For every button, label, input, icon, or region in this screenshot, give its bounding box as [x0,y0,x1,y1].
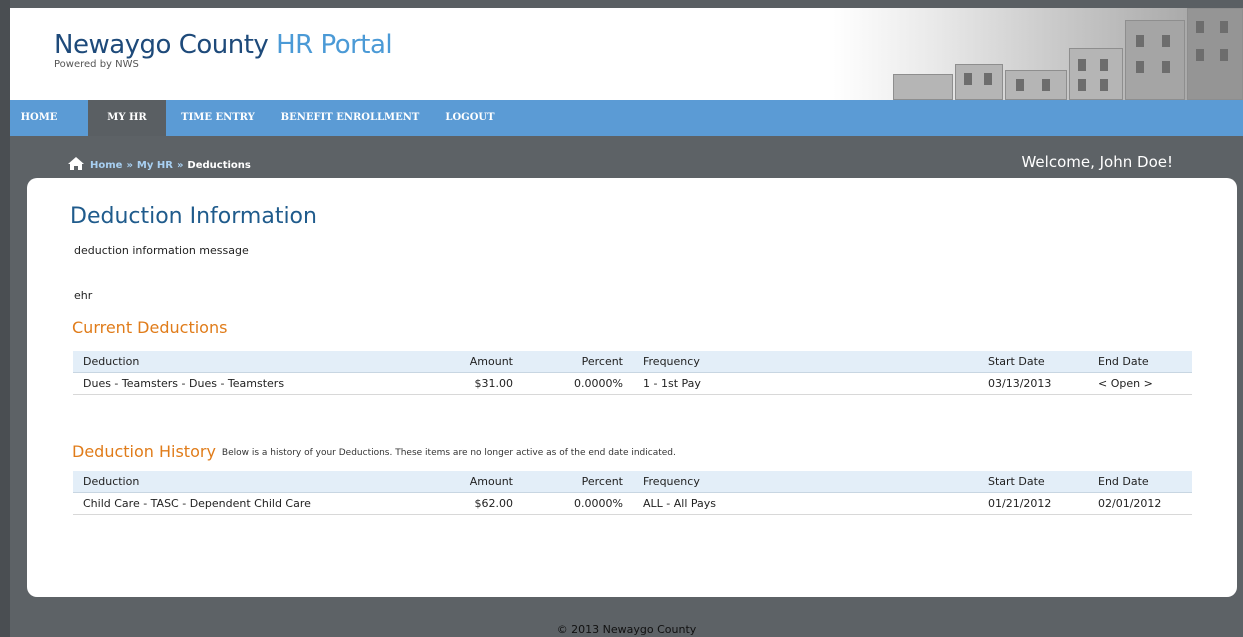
table-row: Dues - Teamsters - Dues - Teamsters $31.… [73,372,1192,395]
col-percent: Percent [523,471,633,493]
history-description: Below is a history of your Deductions. T… [221,448,676,458]
col-end-date: End Date [1088,351,1192,373]
table-header-row: Deduction Amount Percent Frequency Start… [73,471,1192,493]
col-amount: Amount [373,471,523,493]
window-left-edge [0,0,10,637]
welcome-message: Welcome, John Doe! [1021,153,1173,171]
col-amount: Amount [373,351,523,373]
page-title: Deduction Information [70,204,317,229]
site-title-accent: HR Portal [276,30,393,60]
col-deduction: Deduction [73,471,373,493]
footer-copyright: © 2013 Newaygo County [556,623,697,636]
cell-percent: 0.0000% [523,492,633,515]
cell-deduction: Dues - Teamsters - Dues - Teamsters [73,372,373,395]
current-deductions-table: Deduction Amount Percent Frequency Start… [73,351,1192,395]
sub-bar: Home» My HR» Deductions Welcome, John Doe! [10,136,1243,178]
cell-end-date: 02/01/2012 [1088,492,1192,515]
cell-percent: 0.0000% [523,372,633,395]
nav-benefit-enrollment[interactable]: BENEFIT ENROLLMENT [280,100,420,136]
cell-amount: $62.00 [373,492,523,515]
site-subtitle: Powered by NWS [54,59,139,70]
col-frequency: Frequency [633,471,978,493]
deduction-history-table: Deduction Amount Percent Frequency Start… [73,471,1192,515]
col-deduction: Deduction [73,351,373,373]
site-title: Newaygo County HR Portal [54,30,393,60]
note-text: ehr [74,289,93,302]
site-header: Newaygo County HR Portal Powered by NWS [10,8,1243,100]
nav-time-entry[interactable]: TIME ENTRY [178,100,258,136]
cell-frequency: ALL - All Pays [633,492,978,515]
cell-deduction: Child Care - TASC - Dependent Child Care [73,492,373,515]
col-start-date: Start Date [978,351,1088,373]
nav-logout[interactable]: LOGOUT [438,100,502,136]
cell-start-date: 01/21/2012 [978,492,1088,515]
nav-my-hr[interactable]: MY HR [88,100,166,136]
breadcrumb-my-hr[interactable]: My HR [137,160,173,171]
cell-amount: $31.00 [373,372,523,395]
col-end-date: End Date [1088,471,1192,493]
cell-frequency: 1 - 1st Pay [633,372,978,395]
col-percent: Percent [523,351,633,373]
cell-start-date: 03/13/2013 [978,372,1088,395]
breadcrumb: Home» My HR» Deductions [68,157,251,173]
col-start-date: Start Date [978,471,1088,493]
history-title: Deduction History [72,442,216,461]
breadcrumb-separator: » [176,160,184,171]
current-deductions-heading: Current Deductions [72,318,228,337]
deduction-history-heading: Deduction History Below is a history of y… [72,442,676,461]
info-message: deduction information message [74,244,249,257]
col-frequency: Frequency [633,351,978,373]
table-header-row: Deduction Amount Percent Frequency Start… [73,351,1192,373]
breadcrumb-separator: » [126,160,133,171]
nav-home[interactable]: HOME [10,100,68,136]
header-town-image [833,8,1243,100]
breadcrumb-current: Deductions [187,160,251,171]
breadcrumb-home[interactable]: Home [90,160,122,171]
page: Newaygo County HR Portal Powered by NWS … [10,8,1243,637]
table-row: Child Care - TASC - Dependent Child Care… [73,492,1192,515]
home-icon[interactable] [68,157,84,173]
cell-end-date: < Open > [1088,372,1192,395]
brand: Newaygo County HR Portal Powered by NWS [54,30,393,70]
site-title-main: Newaygo County [54,30,269,60]
content-card: Deduction Information deduction informat… [27,178,1237,597]
main-nav: HOME MY HR TIME ENTRY BENEFIT ENROLLMENT… [10,100,1243,136]
